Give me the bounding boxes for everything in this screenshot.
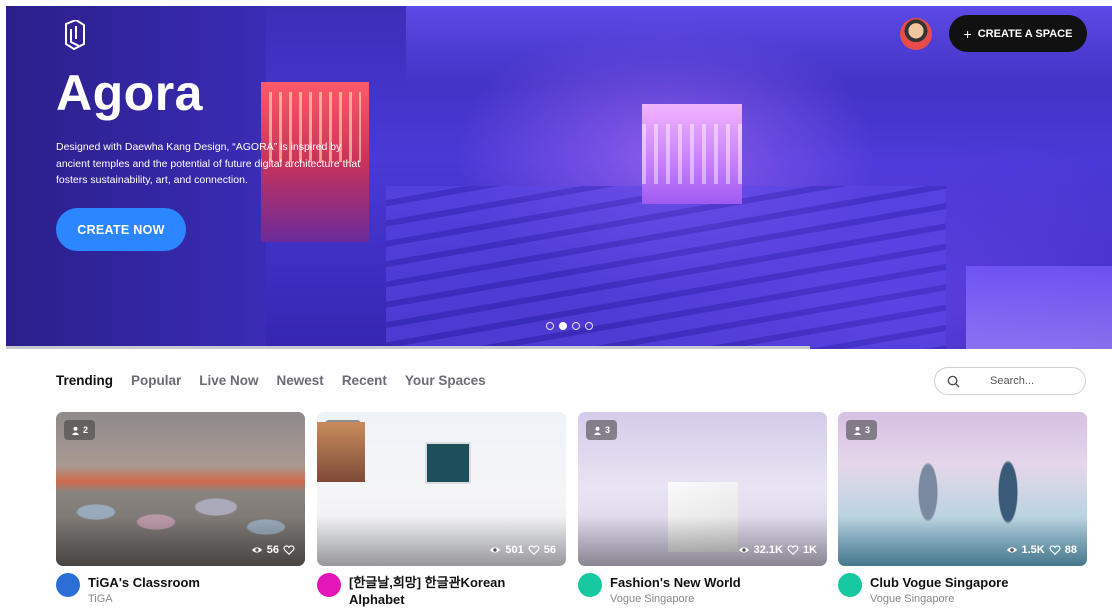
space-title[interactable]: Club Vogue Singapore [870, 574, 1085, 591]
users-count: 3 [605, 425, 611, 435]
eye-icon [1006, 547, 1017, 553]
eye-icon [738, 547, 749, 553]
tab-trending[interactable]: Trending [56, 373, 113, 388]
hero-bg-glow [966, 266, 1112, 349]
carousel-progress-bar [6, 346, 810, 349]
space-card[interactable]: 2 56 TiGA's Classroom TiGA [56, 412, 305, 605]
hero-bg-window [642, 104, 742, 204]
hero-title: Agora [56, 65, 203, 121]
carousel-dot[interactable] [572, 322, 580, 330]
likes-count: 88 [1064, 544, 1077, 556]
users-badge: 3 [846, 420, 878, 440]
eye-icon [251, 547, 262, 553]
heart-icon[interactable] [1049, 544, 1061, 556]
tab-popular[interactable]: Popular [131, 373, 181, 388]
views-count: 32.1K [753, 544, 783, 556]
views-count: 56 [266, 544, 279, 556]
create-a-space-button[interactable]: + CREATE A SPACE [949, 15, 1087, 52]
carousel-dot[interactable] [585, 322, 593, 330]
users-badge: 13 [325, 420, 362, 440]
search-icon [947, 375, 960, 388]
creator-avatar[interactable] [578, 573, 602, 597]
space-thumbnail[interactable]: 13 501 56 [317, 412, 566, 566]
create-a-space-label: CREATE A SPACE [977, 27, 1073, 40]
thumbnail-shade [317, 516, 566, 566]
hero-bg-steps [386, 186, 946, 349]
search-input[interactable] [990, 375, 1070, 387]
space-card[interactable]: 13 501 56 [한글날,희망] 한글관Korean Alphabet [317, 412, 566, 607]
users-count: 2 [83, 425, 89, 435]
tab-your-spaces[interactable]: Your Spaces [405, 373, 486, 388]
creator-avatar[interactable] [838, 573, 862, 597]
tab-recent[interactable]: Recent [342, 373, 387, 388]
search-box[interactable] [934, 367, 1086, 395]
tab-live-now[interactable]: Live Now [199, 373, 258, 388]
heart-icon[interactable] [787, 544, 799, 556]
likes-count: 1K [802, 544, 817, 556]
heart-icon[interactable] [528, 544, 540, 556]
space-thumbnail[interactable]: 2 56 [56, 412, 305, 566]
space-thumbnail[interactable]: 3 1.5K 88 [838, 412, 1087, 566]
plus-icon: + [963, 25, 972, 42]
person-icon [853, 426, 862, 435]
space-stats: 1.5K 88 [1006, 544, 1077, 556]
space-stats: 32.1K 1K [738, 544, 817, 556]
users-count: 3 [865, 425, 871, 435]
thumbnail-shade [578, 516, 827, 566]
category-tabs: Trending Popular Live Now Newest Recent … [56, 373, 486, 388]
space-creator[interactable]: TiGA [88, 593, 113, 605]
space-card[interactable]: 3 32.1K 1K Fashion's New World Vogue Sin… [578, 412, 827, 605]
hero-description: Designed with Daewha Kang Design, “AGORA… [56, 141, 361, 186]
heart-icon[interactable] [283, 544, 295, 556]
space-creator[interactable]: Vogue Singapore [610, 593, 694, 605]
creator-avatar[interactable] [56, 573, 80, 597]
views-count: 501 [505, 544, 524, 556]
views-count: 1.5K [1021, 544, 1045, 556]
creator-avatar[interactable] [317, 573, 341, 597]
person-icon [71, 426, 80, 435]
thumbnail-shade [56, 516, 305, 566]
carousel-dot[interactable] [546, 322, 554, 330]
person-icon [332, 426, 341, 435]
likes-count: 56 [543, 544, 556, 556]
users-badge: 2 [64, 420, 96, 440]
thumbnail-shade [838, 516, 1087, 566]
space-stats: 56 [251, 544, 295, 556]
tab-newest[interactable]: Newest [277, 373, 324, 388]
space-title[interactable]: Fashion's New World [610, 574, 825, 591]
space-title[interactable]: TiGA's Classroom [88, 574, 303, 591]
eye-icon [490, 547, 501, 553]
space-creator[interactable]: Vogue Singapore [870, 593, 954, 605]
carousel-dots [546, 322, 593, 330]
users-badge: 3 [586, 420, 618, 440]
user-avatar[interactable] [900, 18, 932, 50]
logo-icon[interactable] [62, 20, 88, 50]
space-card[interactable]: 3 1.5K 88 Club Vogue Singapore Vogue Sin… [838, 412, 1087, 605]
carousel-dot-active[interactable] [559, 322, 567, 330]
person-icon [593, 426, 602, 435]
users-count: 13 [344, 425, 355, 435]
create-now-button[interactable]: CREATE NOW [56, 208, 186, 251]
space-thumbnail[interactable]: 3 32.1K 1K [578, 412, 827, 566]
space-stats: 501 56 [489, 544, 556, 556]
